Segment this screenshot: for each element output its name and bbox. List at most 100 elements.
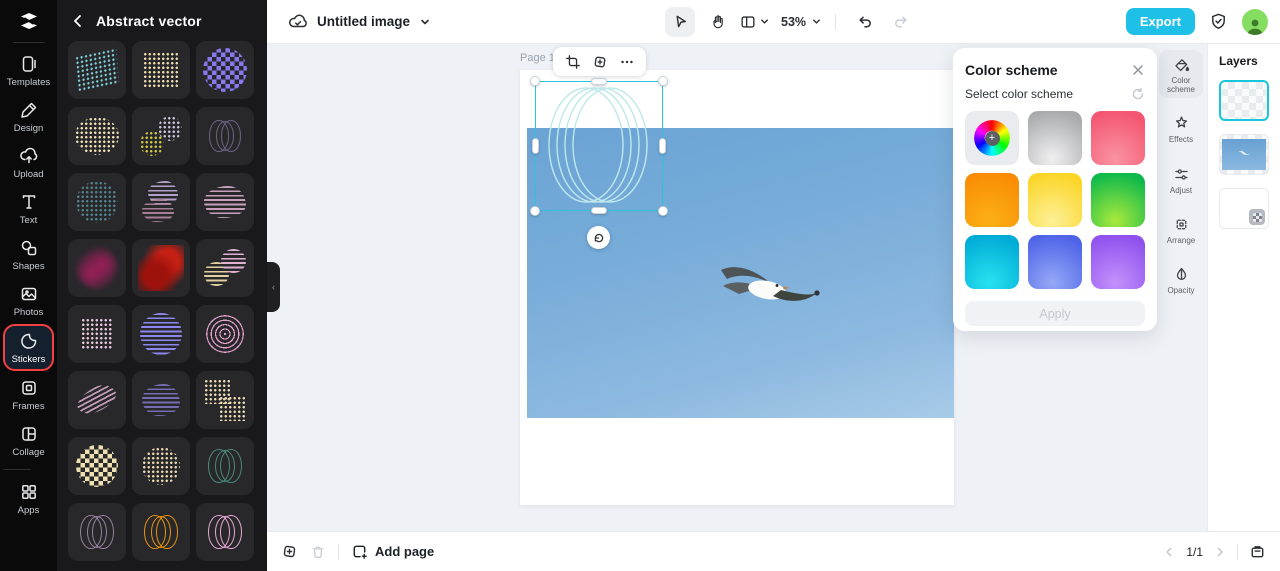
select-tool-button[interactable] <box>665 6 695 37</box>
sticker-thumb-purple-checker-sphere[interactable] <box>196 41 254 99</box>
chevron-down-icon[interactable] <box>419 16 431 28</box>
resize-handle-e[interactable] <box>659 138 666 154</box>
sticker-thumb-cream-dot-grid[interactable] <box>132 41 190 99</box>
sidebar-item-design[interactable]: Design <box>3 94 54 139</box>
user-avatar[interactable] <box>1242 8 1268 35</box>
reset-icon[interactable] <box>1131 87 1145 101</box>
sidebar-item-shapes[interactable]: Shapes <box>3 232 54 277</box>
color-swatch-gray[interactable] <box>1028 111 1082 165</box>
layer-image-preview <box>1222 139 1266 170</box>
delete-page-button[interactable] <box>310 544 326 560</box>
sticker-thumb-pink-outline-rings[interactable] <box>196 503 254 561</box>
sticker-thumb-cream-dot-burst[interactable] <box>132 437 190 495</box>
sticker-thumb-cream-pink-striped-circles[interactable] <box>196 239 254 297</box>
color-swatch-pink[interactable] <box>1091 111 1145 165</box>
color-swatch-green[interactable] <box>1091 173 1145 227</box>
color-swatch-cyan[interactable] <box>965 235 1019 289</box>
sidebar-item-templates[interactable]: Templates <box>3 48 54 93</box>
resize-handle-sw[interactable] <box>530 206 540 216</box>
sticker-thumb-cream-halftone-blob[interactable] <box>68 107 126 165</box>
custom-color-swatch[interactable]: + <box>965 111 1019 165</box>
sticker-thumb-teal-halftone-wave[interactable] <box>68 41 126 99</box>
sticker-thumb-yellow-lavender-circles[interactable] <box>132 107 190 165</box>
resize-handle-ne[interactable] <box>658 76 668 86</box>
sidebar-item-frames[interactable]: Frames <box>3 372 54 417</box>
duplicate-button[interactable] <box>592 54 608 70</box>
sticker-thumb-periwinkle-striped-circle[interactable] <box>132 305 190 363</box>
sticker-thumb-violet-wire-rings[interactable] <box>196 107 254 165</box>
canvas-workspace[interactable]: ‹ Page 1 Color scheme Select color schem… <box>267 44 1207 531</box>
sticker-thumb-magenta-mesh-blobs[interactable] <box>68 239 126 297</box>
sticker-thumb-teal-dot-sphere[interactable] <box>68 173 126 231</box>
right-tool-adjust[interactable]: Adjust <box>1159 160 1203 199</box>
sidebar-item-apps[interactable]: Apps <box>3 476 54 521</box>
rotate-handle[interactable] <box>587 226 610 249</box>
color-swatch-blue[interactable] <box>1028 235 1082 289</box>
sticker-thumb-pink-concentric-rings[interactable] <box>196 305 254 363</box>
sidebar-item-collage[interactable]: Collage <box>3 418 54 463</box>
shield-check-icon[interactable] <box>1209 12 1228 31</box>
right-tool-arrange[interactable]: Arrange <box>1159 210 1203 249</box>
duplicate-page-button[interactable] <box>281 543 298 560</box>
add-page-button[interactable]: Add page <box>351 543 434 560</box>
panel-collapse-handle[interactable]: ‹ <box>267 262 280 312</box>
text-icon <box>19 192 39 212</box>
undo-button[interactable] <box>849 7 879 37</box>
close-icon[interactable] <box>1131 63 1145 77</box>
stickers-panel-title: Abstract vector <box>96 13 202 29</box>
sticker-thumb-purple-striped-blobs[interactable] <box>132 371 190 429</box>
sidebar-item-text[interactable]: Text <box>3 186 54 231</box>
sticker-thumb-pink-halftone-square[interactable] <box>68 305 126 363</box>
sticker-thumb-mauve-outline-rings[interactable] <box>68 503 126 561</box>
hand-tool-button[interactable] <box>702 7 732 37</box>
app-window: Templates Design Upload Text Shapes Photos Sti… <box>0 0 1280 571</box>
sticker-thumb-cream-dot-squares[interactable] <box>196 371 254 429</box>
crop-button[interactable] <box>565 54 581 70</box>
resize-handle-s[interactable] <box>591 207 607 214</box>
next-page-icon[interactable] <box>1214 546 1226 558</box>
zoom-level-dropdown[interactable]: 53% <box>781 15 822 29</box>
document-title[interactable]: Untitled image <box>317 14 410 29</box>
resize-handle-se[interactable] <box>658 206 668 216</box>
sidebar-item-upload[interactable]: Upload <box>3 140 54 185</box>
resize-handle-w[interactable] <box>532 138 539 154</box>
sticker-art <box>76 247 118 289</box>
canvas-size-dropdown[interactable] <box>739 13 770 31</box>
capcut-logo-icon[interactable] <box>16 8 42 34</box>
sticker-thumb-mauve-layered-ellipses[interactable] <box>132 173 190 231</box>
layer-thumb-background-layer[interactable] <box>1219 188 1269 229</box>
right-tool-effects[interactable]: Effects <box>1159 109 1203 148</box>
sticker-thumb-red-gradient-circles[interactable] <box>132 239 190 297</box>
redo-button[interactable] <box>886 7 916 37</box>
back-icon[interactable] <box>70 13 86 29</box>
top-bar: Untitled image 53% Export <box>267 0 1280 44</box>
sticker-thumb-pink-striped-blobs[interactable] <box>196 173 254 231</box>
resize-handle-n[interactable] <box>591 78 607 85</box>
sticker-art <box>76 445 118 487</box>
right-tool-label: Color scheme <box>1166 76 1195 95</box>
export-button[interactable]: Export <box>1125 8 1195 35</box>
sticker-art <box>81 318 113 350</box>
color-swatch-orange[interactable] <box>965 173 1019 227</box>
sidebar-item-photos[interactable]: Photos <box>3 278 54 323</box>
color-swatch-purple[interactable] <box>1091 235 1145 289</box>
resize-handle-nw[interactable] <box>530 76 540 86</box>
sticker-thumb-orange-outline-rings[interactable] <box>132 503 190 561</box>
layer-thumb-sticker-layer[interactable] <box>1219 80 1269 121</box>
apply-button[interactable]: Apply <box>965 301 1145 326</box>
photos-icon <box>19 284 39 304</box>
more-options-button[interactable] <box>619 54 635 70</box>
sticker-thumb-mauve-swirl[interactable] <box>68 371 126 429</box>
prev-page-icon[interactable] <box>1163 546 1175 558</box>
shapes-icon <box>19 238 39 258</box>
pages-panel-icon[interactable] <box>1249 543 1266 560</box>
layer-thumb-image-layer[interactable] <box>1219 134 1269 175</box>
sticker-thumb-cream-checker-sphere[interactable] <box>68 437 126 495</box>
sidebar-item-label: Photos <box>13 307 44 318</box>
sticker-thumb-teal-outline-rings[interactable] <box>196 437 254 495</box>
selected-sticker[interactable] <box>530 76 668 216</box>
color-swatch-yellow[interactable] <box>1028 173 1082 227</box>
right-tool-opacity[interactable]: Opacity <box>1159 260 1203 299</box>
sidebar-item-stickers[interactable]: Stickers <box>3 324 54 371</box>
right-tool-color-scheme[interactable]: Color scheme <box>1159 50 1203 99</box>
